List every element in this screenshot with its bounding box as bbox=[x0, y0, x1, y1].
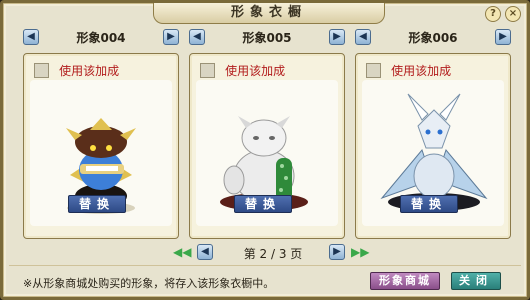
first-page-button[interactable]: ◀◀ bbox=[173, 244, 191, 260]
footer-divider bbox=[9, 265, 521, 266]
page-indicator: 第 2 / 3 页 bbox=[243, 247, 303, 261]
next-outfit-button[interactable]: ▶ bbox=[329, 29, 345, 45]
next-outfit-button[interactable]: ▶ bbox=[163, 29, 179, 45]
use-bonus-checkbox[interactable] bbox=[34, 63, 49, 78]
help-icon[interactable]: ? bbox=[485, 6, 501, 22]
outfit-title: 形象005 bbox=[242, 31, 292, 45]
use-bonus-label: 使用该加成 bbox=[225, 64, 286, 78]
use-bonus-row[interactable]: 使用该加成 bbox=[366, 60, 452, 78]
outfit-card: 使用该加成 替换 bbox=[355, 53, 511, 239]
panel-nav: ◀ 形象005 ▶ bbox=[189, 27, 345, 49]
close-icon[interactable]: × bbox=[505, 6, 521, 22]
footer-note: ※从形象商城处购买的形象，将存入该形象衣橱中。 bbox=[23, 277, 275, 290]
pagination: ◀◀ ◀ 第 2 / 3 页 ▶ ▶▶ bbox=[173, 243, 373, 263]
wardrobe-window: 形象衣橱 ? × ◀ 形象004 ▶ 使用该加成 替换 ◀ 形象005 ▶ 使用… bbox=[0, 0, 530, 300]
replace-button[interactable]: 替换 bbox=[68, 195, 126, 213]
replace-button[interactable]: 替换 bbox=[400, 195, 458, 213]
last-page-button[interactable]: ▶▶ bbox=[351, 244, 369, 260]
prev-outfit-button[interactable]: ◀ bbox=[355, 29, 371, 45]
replace-button[interactable]: 替换 bbox=[234, 195, 292, 213]
outfit-panel-005: ◀ 形象005 ▶ 使用该加成 替换 bbox=[189, 27, 345, 239]
use-bonus-checkbox[interactable] bbox=[366, 63, 381, 78]
use-bonus-checkbox[interactable] bbox=[200, 63, 215, 78]
outfit-panel-006: ◀ 形象006 ▶ 使用该加成 替换 bbox=[355, 27, 511, 239]
panel-nav: ◀ 形象004 ▶ bbox=[23, 27, 179, 49]
outfit-title: 形象004 bbox=[76, 31, 126, 45]
prev-outfit-button[interactable]: ◀ bbox=[23, 29, 39, 45]
outfit-card: 使用该加成 替换 bbox=[23, 53, 179, 239]
outfit-card: 使用该加成 替换 bbox=[189, 53, 345, 239]
use-bonus-label: 使用该加成 bbox=[391, 64, 452, 78]
outfit-shop-button[interactable]: 形象商城 bbox=[370, 272, 440, 290]
next-page-button[interactable]: ▶ bbox=[329, 244, 345, 260]
use-bonus-label: 使用该加成 bbox=[59, 64, 120, 78]
close-button[interactable]: 关闭 bbox=[451, 272, 501, 290]
outfit-title: 形象006 bbox=[408, 31, 458, 45]
prev-outfit-button[interactable]: ◀ bbox=[189, 29, 205, 45]
use-bonus-row[interactable]: 使用该加成 bbox=[200, 60, 286, 78]
use-bonus-row[interactable]: 使用该加成 bbox=[34, 60, 120, 78]
window-title: 形象衣橱 bbox=[153, 3, 385, 24]
next-outfit-button[interactable]: ▶ bbox=[495, 29, 511, 45]
outfit-panel-004: ◀ 形象004 ▶ 使用该加成 替换 bbox=[23, 27, 179, 239]
prev-page-button[interactable]: ◀ bbox=[197, 244, 213, 260]
panel-nav: ◀ 形象006 ▶ bbox=[355, 27, 511, 49]
